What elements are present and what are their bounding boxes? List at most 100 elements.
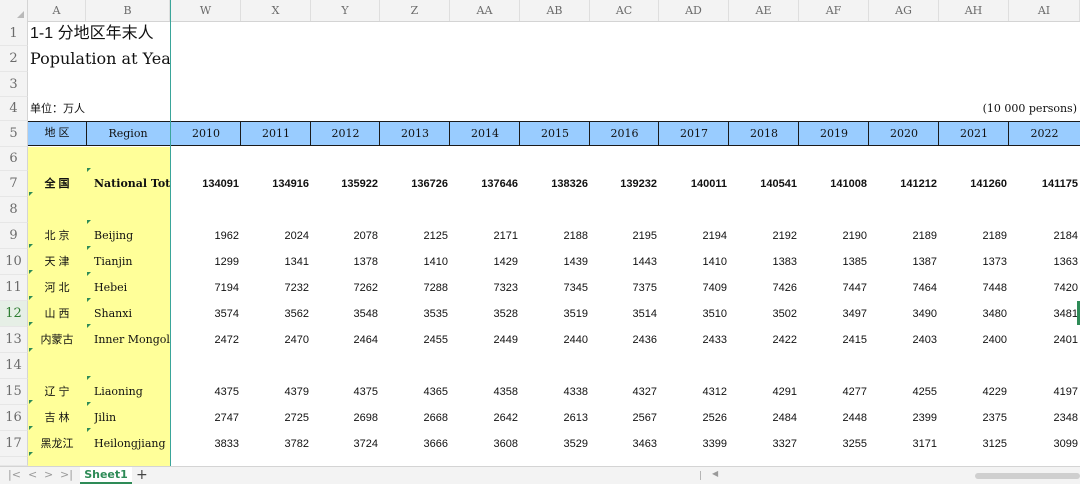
year-header-cell[interactable]: 2014 xyxy=(450,122,520,145)
data-cell[interactable]: 2725 xyxy=(241,405,309,431)
year-header-cell[interactable]: 2013 xyxy=(380,122,450,145)
data-cell[interactable]: 2415 xyxy=(799,327,867,353)
data-cell[interactable]: 4255 xyxy=(869,379,937,405)
data-cell[interactable]: 2190 xyxy=(799,223,867,249)
column-header-W[interactable]: W xyxy=(171,0,241,21)
data-cell[interactable]: 2184 xyxy=(1009,223,1078,249)
row-header-10[interactable]: 10 xyxy=(0,249,28,275)
data-cell[interactable]: 2171 xyxy=(450,223,518,249)
data-cell[interactable]: 3782 xyxy=(241,431,309,457)
region-name-en[interactable]: Shanxi xyxy=(94,301,170,327)
column-header-B[interactable]: B xyxy=(86,0,170,21)
data-cell[interactable]: 2195 xyxy=(590,223,657,249)
region-name-cn[interactable]: 黑龙江 xyxy=(28,431,86,457)
last-sheet-button[interactable]: >| xyxy=(60,468,73,481)
year-header-cell[interactable]: 2021 xyxy=(939,122,1009,145)
region-name-en[interactable]: Heilongjiang xyxy=(94,431,170,457)
data-cell[interactable]: 4229 xyxy=(939,379,1007,405)
table-title-cn[interactable]: 1-1 分地区年末人 xyxy=(30,22,170,46)
data-cell[interactable]: 2484 xyxy=(729,405,797,431)
region-name-en[interactable]: Beijing xyxy=(94,223,170,249)
data-cell[interactable]: 2472 xyxy=(171,327,239,353)
data-cell[interactable]: 1439 xyxy=(520,249,588,275)
data-cell[interactable]: 3399 xyxy=(659,431,727,457)
row-header-2[interactable]: 2 xyxy=(0,46,28,72)
column-header-AA[interactable]: AA xyxy=(450,0,520,21)
region-name-cn[interactable]: 辽 宁 xyxy=(28,379,86,405)
data-cell[interactable]: 3574 xyxy=(171,301,239,327)
data-cell[interactable]: 4291 xyxy=(729,379,797,405)
year-header-cell[interactable]: 2018 xyxy=(729,122,799,145)
data-cell[interactable]: 7262 xyxy=(311,275,378,301)
data-cell[interactable]: 3490 xyxy=(869,301,937,327)
data-cell[interactable]: 2455 xyxy=(380,327,448,353)
data-cell[interactable]: 2422 xyxy=(729,327,797,353)
data-cell[interactable]: 3833 xyxy=(171,431,239,457)
region-name-en[interactable]: Liaoning xyxy=(94,379,170,405)
region-name-cn[interactable]: 吉 林 xyxy=(28,405,86,431)
data-cell[interactable]: 3481 xyxy=(1009,301,1078,327)
data-cell[interactable]: 4365 xyxy=(380,379,448,405)
row-header-8[interactable]: 8 xyxy=(0,197,28,223)
data-cell[interactable]: 3535 xyxy=(380,301,448,327)
region-name-cn[interactable]: 天 津 xyxy=(28,249,86,275)
data-cell[interactable]: 7426 xyxy=(729,275,797,301)
data-cell[interactable]: 2375 xyxy=(939,405,1007,431)
data-cell[interactable]: 1962 xyxy=(171,223,239,249)
row-header-15[interactable]: 15 xyxy=(0,379,28,405)
region-name-en[interactable]: Tianjin xyxy=(94,249,170,275)
region-name-en[interactable]: National Total xyxy=(94,171,170,197)
data-cell[interactable]: 2401 xyxy=(1009,327,1078,353)
row-header-6[interactable]: 6 xyxy=(0,147,28,171)
data-cell[interactable]: 2448 xyxy=(799,405,867,431)
data-cell[interactable]: 4375 xyxy=(311,379,378,405)
year-header-cell[interactable]: 2010 xyxy=(171,122,241,145)
data-cell[interactable]: 3463 xyxy=(590,431,657,457)
data-cell[interactable]: 3327 xyxy=(729,431,797,457)
row-header-13[interactable]: 13 xyxy=(0,327,28,353)
first-sheet-button[interactable]: |< xyxy=(8,468,21,481)
data-cell[interactable]: 1429 xyxy=(450,249,518,275)
data-cell[interactable]: 2399 xyxy=(869,405,937,431)
data-cell[interactable]: 2470 xyxy=(241,327,309,353)
data-cell[interactable]: 2125 xyxy=(380,223,448,249)
unit-label[interactable]: 单位：万人 xyxy=(30,98,150,120)
data-cell[interactable]: 1378 xyxy=(311,249,378,275)
row-header-16[interactable]: 16 xyxy=(0,405,28,431)
region-name-cn[interactable]: 内蒙古 xyxy=(28,327,86,353)
scroll-left-icon[interactable]: ◀ xyxy=(712,469,718,478)
column-header-AF[interactable]: AF xyxy=(799,0,869,21)
data-cell[interactable]: 3510 xyxy=(659,301,727,327)
data-cell[interactable]: 139232 xyxy=(590,171,657,197)
data-cell[interactable]: 3608 xyxy=(450,431,518,457)
data-cell[interactable]: 134916 xyxy=(241,171,309,197)
row-header-4[interactable]: 4 xyxy=(0,97,28,121)
year-header-cell[interactable]: 2015 xyxy=(520,122,590,145)
year-header-cell[interactable]: 2020 xyxy=(869,122,939,145)
year-header-cell[interactable]: 2012 xyxy=(311,122,380,145)
data-cell[interactable]: 1443 xyxy=(590,249,657,275)
data-cell[interactable]: 7232 xyxy=(241,275,309,301)
row-header-17[interactable]: 17 xyxy=(0,431,28,457)
header-region-cn[interactable]: 地 区 xyxy=(28,122,86,145)
data-cell[interactable]: 7345 xyxy=(520,275,588,301)
year-header-cell[interactable]: 2016 xyxy=(590,122,659,145)
data-cell[interactable]: 3529 xyxy=(520,431,588,457)
data-cell[interactable]: 138326 xyxy=(520,171,588,197)
data-cell[interactable]: 3497 xyxy=(799,301,867,327)
data-cell[interactable]: 7288 xyxy=(380,275,448,301)
data-cell[interactable]: 2024 xyxy=(241,223,309,249)
data-cell[interactable]: 2526 xyxy=(659,405,727,431)
data-cell[interactable]: 140011 xyxy=(659,171,727,197)
data-cell[interactable]: 141260 xyxy=(939,171,1007,197)
data-cell[interactable]: 2567 xyxy=(590,405,657,431)
data-cell[interactable]: 1363 xyxy=(1009,249,1078,275)
data-cell[interactable]: 4358 xyxy=(450,379,518,405)
region-name-cn[interactable]: 山 西 xyxy=(28,301,86,327)
data-cell[interactable]: 7464 xyxy=(869,275,937,301)
data-cell[interactable]: 4197 xyxy=(1009,379,1078,405)
column-header-X[interactable]: X xyxy=(241,0,311,21)
data-cell[interactable]: 2403 xyxy=(869,327,937,353)
region-name-en[interactable]: Inner Mongolia xyxy=(94,327,170,353)
column-header-AH[interactable]: AH xyxy=(939,0,1009,21)
